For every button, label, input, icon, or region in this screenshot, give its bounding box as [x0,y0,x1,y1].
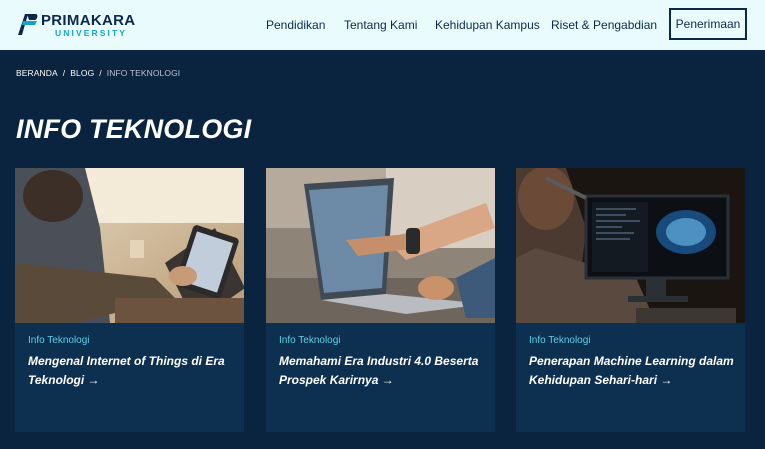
breadcrumb-beranda[interactable]: BERANDA [16,68,58,78]
article-card-ml[interactable]: Info Teknologi Penerapan Machine Learnin… [516,168,745,432]
breadcrumb: BERANDA / BLOG / INFO TEKNOLOGI [16,68,180,78]
article-title[interactable]: Mengenal Internet of Things di Era Tekno… [28,352,233,390]
nav-kehidupan-kampus[interactable]: Kehidupan Kampus [435,0,540,50]
article-image-ml [516,168,745,323]
breadcrumb-blog[interactable]: BLOG [70,68,94,78]
logo-subtitle: UNIVERSITY [55,28,128,38]
article-title[interactable]: Penerapan Machine Learning dalam Kehidup… [529,352,734,390]
logo-name: PRIMAKARA [41,12,136,29]
site-header: PRIMAKARA UNIVERSITY Pendidikan Tentang … [0,0,765,50]
article-card-industri[interactable]: Info Teknologi Memahami Era Industri 4.0… [266,168,495,432]
article-category[interactable]: Info Teknologi [28,335,90,346]
nav-pendidikan[interactable]: Pendidikan [266,0,325,50]
breadcrumb-separator: / [62,68,66,78]
article-category[interactable]: Info Teknologi [529,335,591,346]
primakara-logo[interactable]: PRIMAKARA UNIVERSITY [15,11,135,39]
article-category[interactable]: Info Teknologi [279,335,341,346]
penerimaan-button[interactable]: Penerimaan [669,8,747,40]
article-title[interactable]: Memahami Era Industri 4.0 Beserta Prospe… [279,352,484,390]
nav-tentang-kami[interactable]: Tentang Kami [344,0,417,50]
logo-mark-icon [18,14,38,35]
nav-riset-pengabdian[interactable]: Riset & Pengabdian [551,0,657,50]
article-card-iot[interactable]: Info Teknologi Mengenal Internet of Thin… [15,168,244,432]
article-image-industri [266,168,495,323]
breadcrumb-separator: / [99,68,102,78]
article-image-iot [15,168,244,323]
breadcrumb-current: INFO TEKNOLOGI [106,68,181,78]
page-title: INFO TEKNOLOGI [16,114,252,144]
